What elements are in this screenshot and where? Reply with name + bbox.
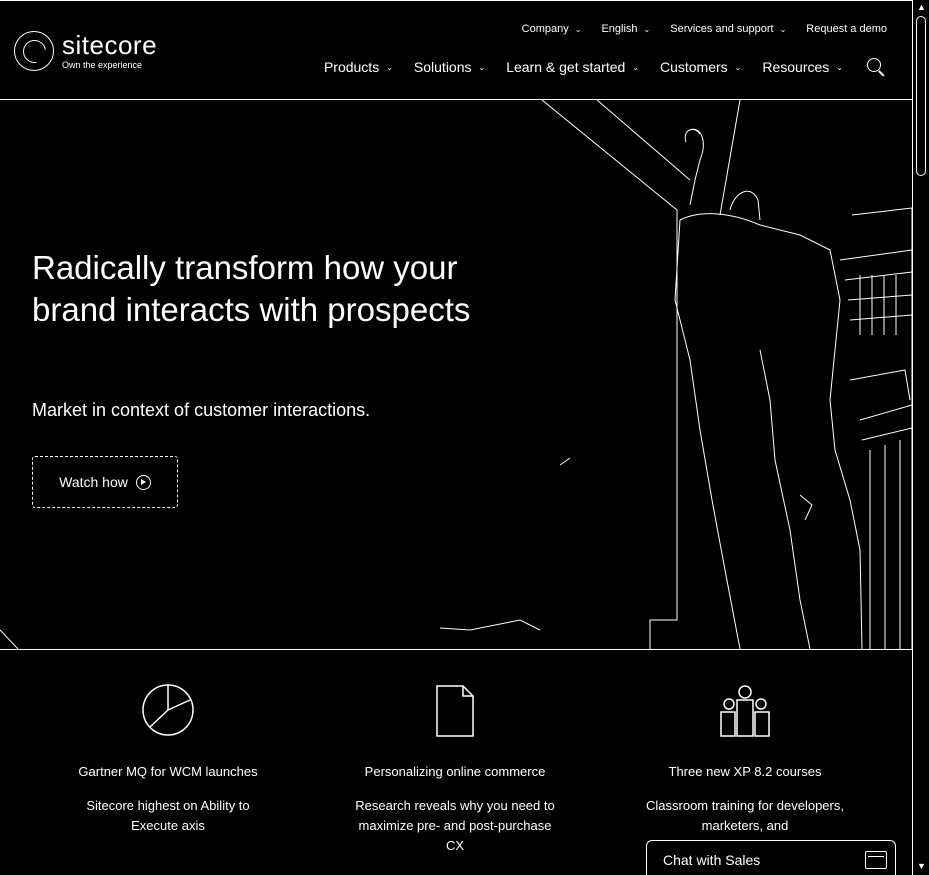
main-nav: Products ⌄ Solutions ⌄ Learn & get started… <box>324 57 886 77</box>
feature-card[interactable]: Three new XP 8.2 courses Classroom train… <box>645 680 845 836</box>
document-icon <box>436 685 474 737</box>
nav-solutions[interactable]: Solutions ⌄ <box>414 59 485 75</box>
feature-card[interactable]: Personalizing online commerce Research r… <box>355 680 555 856</box>
nav-resources[interactable]: Resources ⌄ <box>762 59 843 75</box>
chevron-down-icon: ⌄ <box>478 62 486 72</box>
feature-title: Gartner MQ for WCM launches <box>78 764 258 779</box>
sitecore-logo-icon <box>14 31 54 71</box>
chevron-down-icon: ⌄ <box>632 62 639 72</box>
play-icon <box>135 474 151 490</box>
feature-title: Personalizing online commerce <box>364 764 546 779</box>
hero-headline: Radically transform how your brand inter… <box>32 249 471 328</box>
group-icon <box>720 685 770 737</box>
watch-how-button[interactable]: Watch how <box>32 456 178 508</box>
logo-tagline: Own the experience <box>62 59 143 70</box>
chevron-down-icon: ⌄ <box>779 24 787 34</box>
chat-label: Chat with Sales <box>663 852 761 868</box>
chevron-down-icon: ⌄ <box>734 62 742 72</box>
scroll-down-arrow-icon[interactable]: ▼ <box>917 861 926 871</box>
scroll-thumb[interactable] <box>916 16 926 176</box>
chat-window-icon[interactable] <box>865 851 887 869</box>
hero-section: Radically transform how your brand inter… <box>0 100 912 650</box>
utility-request-demo[interactable]: Request a demo <box>806 23 887 35</box>
page-scrollbar[interactable]: ▲ ▼ <box>912 0 929 875</box>
chat-with-sales-widget[interactable]: Chat with Sales <box>646 840 896 875</box>
site-header: sitecore Own the experience Company ⌄ Eng… <box>0 0 912 100</box>
nav-learn[interactable]: Learn & get started ⌄ <box>506 59 639 75</box>
chevron-down-icon: ⌄ <box>836 62 843 72</box>
hero-subhead: Market in context of customer interactio… <box>32 400 371 420</box>
scroll-up-arrow-icon[interactable]: ▲ <box>917 2 926 12</box>
utility-nav: Company ⌄ English ⌄ Services and support ⌄ … <box>522 23 887 35</box>
feature-description: Research reveals why you need to maximiz… <box>355 798 555 853</box>
pie-chart-icon <box>142 684 194 736</box>
feature-description: Classroom training for developers, marke… <box>646 798 844 833</box>
feature-title: Three new XP 8.2 courses <box>668 764 822 779</box>
hero-illustration <box>0 100 912 649</box>
sitecore-logo[interactable]: sitecore Own the experience <box>14 31 157 71</box>
utility-language[interactable]: English ⌄ <box>601 23 650 35</box>
chevron-down-icon: ⌄ <box>643 24 651 34</box>
search-icon[interactable] <box>866 57 886 77</box>
chevron-down-icon: ⌄ <box>574 24 582 34</box>
chevron-down-icon: ⌄ <box>386 62 393 72</box>
watch-how-label: Watch how <box>59 474 128 490</box>
nav-products[interactable]: Products ⌄ <box>324 59 393 75</box>
nav-customers[interactable]: Customers ⌄ <box>660 59 741 75</box>
feature-description: Sitecore highest on Ability to Execute a… <box>86 798 250 833</box>
utility-company[interactable]: Company ⌄ <box>522 23 582 35</box>
logo-name: sitecore <box>62 29 158 60</box>
utility-services-support[interactable]: Services and support ⌄ <box>670 23 786 35</box>
feature-card[interactable]: Gartner MQ for WCM launches Sitecore hig… <box>68 680 268 836</box>
